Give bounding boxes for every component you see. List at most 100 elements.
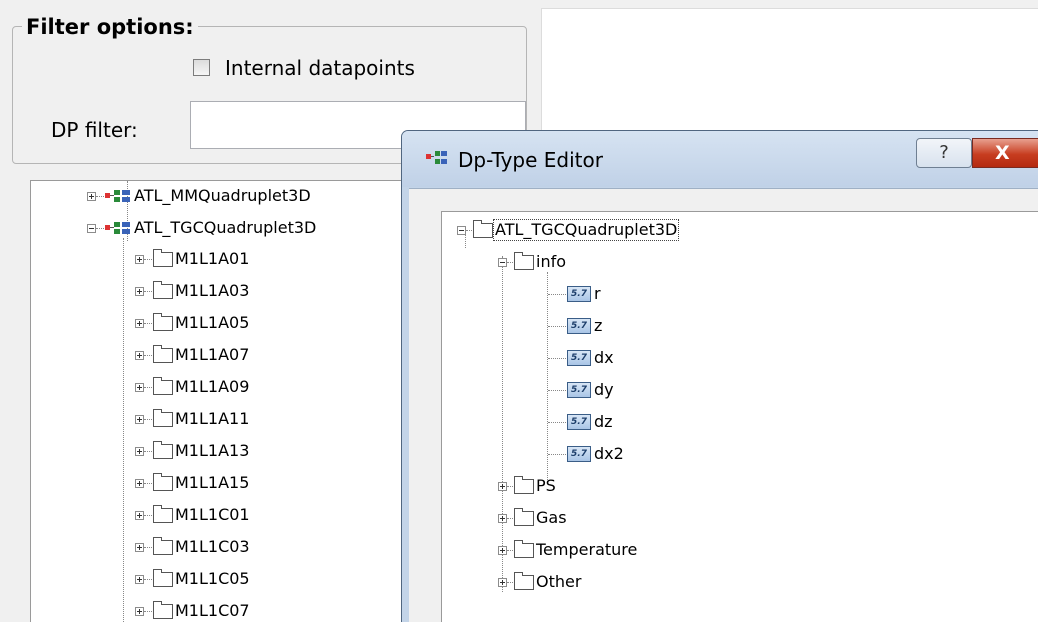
tree-folder-node[interactable]: M1L1A07 [135,343,250,367]
folder-label: Temperature [536,540,638,559]
info-node[interactable]: info [498,250,567,274]
datapoint-type-icon [105,190,130,202]
tree-type-node[interactable]: ATL_TGCQuadruplet3D [87,216,317,240]
expand-plus-icon[interactable] [87,191,96,201]
dialog-title: Dp-Type Editor [458,148,603,172]
folder-icon [514,539,534,558]
expand-plus-icon[interactable] [135,350,144,360]
folder-node[interactable]: Gas [498,506,568,530]
folder-icon [153,344,173,363]
tree-folder-node[interactable]: M1L1C05 [135,567,251,591]
tree-folder-label: M1L1C01 [175,505,250,524]
folder-icon [153,376,173,395]
collapse-minus-icon[interactable] [457,225,466,235]
tree-folder-label: M1L1A01 [175,249,250,268]
expand-plus-icon[interactable] [135,574,144,584]
folder-icon [153,440,173,459]
float-type-icon: 5.7 [567,414,591,430]
folder-icon [153,600,173,619]
dp-type-editor-icon [426,151,447,164]
expand-plus-icon[interactable] [135,414,144,424]
element-label: dx2 [594,444,624,463]
root-node[interactable]: ATL_TGCQuadruplet3D [457,218,680,242]
internal-datapoints-checkbox[interactable] [193,59,210,76]
tree-folder-node[interactable]: M1L1C07 [135,599,251,622]
datapoint-tree[interactable]: ATL_MMQuadruplet3D ATL_TGCQuadruplet3D M… [30,180,410,622]
folder-node[interactable]: Other [498,570,582,594]
close-button[interactable]: X [972,138,1038,168]
tree-type-node[interactable]: ATL_MMQuadruplet3D [87,184,312,208]
folder-label: Other [536,572,582,591]
folder-node[interactable]: PS [498,474,557,498]
tree-folder-node[interactable]: M1L1A11 [135,407,250,431]
expand-plus-icon[interactable] [135,510,144,520]
folder-icon [153,472,173,491]
expand-plus-icon[interactable] [135,286,144,296]
folder-label: Gas [536,508,567,527]
tree-folder-node[interactable]: M1L1C03 [135,535,251,559]
tree-folder-label: M1L1A05 [175,313,250,332]
tree-folder-node[interactable]: M1L1A05 [135,311,250,335]
tree-type-label: ATL_TGCQuadruplet3D [134,218,317,237]
folder-node[interactable]: Temperature [498,538,638,562]
element-label: z [594,316,603,335]
element-node[interactable]: 5.7 dz [548,410,614,434]
expand-plus-icon[interactable] [498,481,507,491]
dialog-titlebar[interactable]: Dp-Type Editor ? X [402,131,1038,187]
tree-folder-label: M1L1C07 [175,601,250,620]
expand-plus-icon[interactable] [135,542,144,552]
filter-options-title: Filter options: [22,14,198,40]
folder-icon [514,475,534,494]
folder-icon [153,504,173,523]
element-node[interactable]: 5.7 z [548,314,603,338]
expand-plus-icon[interactable] [135,318,144,328]
element-node[interactable]: 5.7 dx [548,346,615,370]
expand-plus-icon[interactable] [135,606,144,616]
expand-plus-icon[interactable] [498,513,507,523]
expand-plus-icon[interactable] [135,478,144,488]
info-node-label: info [536,252,567,271]
expand-plus-icon[interactable] [135,382,144,392]
folder-icon [153,536,173,555]
element-node[interactable]: 5.7 dx2 [548,442,625,466]
tree-folder-label: M1L1A07 [175,345,250,364]
expand-plus-icon[interactable] [135,254,144,264]
internal-datapoints-label[interactable]: Internal datapoints [225,56,415,80]
element-node[interactable]: 5.7 dy [548,378,615,402]
tree-folder-label: M1L1A03 [175,281,250,300]
tree-folder-node[interactable]: M1L1A09 [135,375,250,399]
folder-label: PS [536,476,556,495]
float-type-icon: 5.7 [567,286,591,302]
folder-icon [153,248,173,267]
element-label: dy [594,380,614,399]
expand-plus-icon[interactable] [498,545,507,555]
tree-folder-node[interactable]: M1L1A13 [135,439,250,463]
element-label: dz [594,412,613,431]
tree-folder-label: M1L1C03 [175,537,250,556]
element-label: r [594,284,601,303]
element-node[interactable]: 5.7 r [548,282,602,306]
expand-plus-icon[interactable] [135,446,144,456]
tree-folder-node[interactable]: M1L1A15 [135,471,250,495]
tree-folder-label: M1L1C05 [175,569,250,588]
folder-icon [514,251,534,270]
help-button[interactable]: ? [916,138,972,168]
folder-icon [514,571,534,590]
collapse-minus-icon[interactable] [87,223,96,233]
tree-guide-line [123,238,124,622]
root-node-label: ATL_TGCQuadruplet3D [492,219,680,241]
dp-type-tree[interactable]: ATL_TGCQuadruplet3D info 5.7 r 5.7 z 5.7 dx… [441,211,1038,622]
tree-folder-label: M1L1A09 [175,377,250,396]
tree-folder-node[interactable]: M1L1A03 [135,279,250,303]
tree-folder-node[interactable]: M1L1C01 [135,503,251,527]
folder-icon [153,408,173,427]
collapse-minus-icon[interactable] [498,257,507,267]
folder-icon [153,312,173,331]
tree-folder-node[interactable]: M1L1A01 [135,247,250,271]
tree-folder-label: M1L1A13 [175,441,250,460]
expand-plus-icon[interactable] [498,577,507,587]
element-label: dx [594,348,614,367]
tree-type-label: ATL_MMQuadruplet3D [134,186,311,205]
float-type-icon: 5.7 [567,318,591,334]
dp-type-editor-dialog: Dp-Type Editor ? X ATL_TGCQuadruplet3D i… [401,130,1038,622]
